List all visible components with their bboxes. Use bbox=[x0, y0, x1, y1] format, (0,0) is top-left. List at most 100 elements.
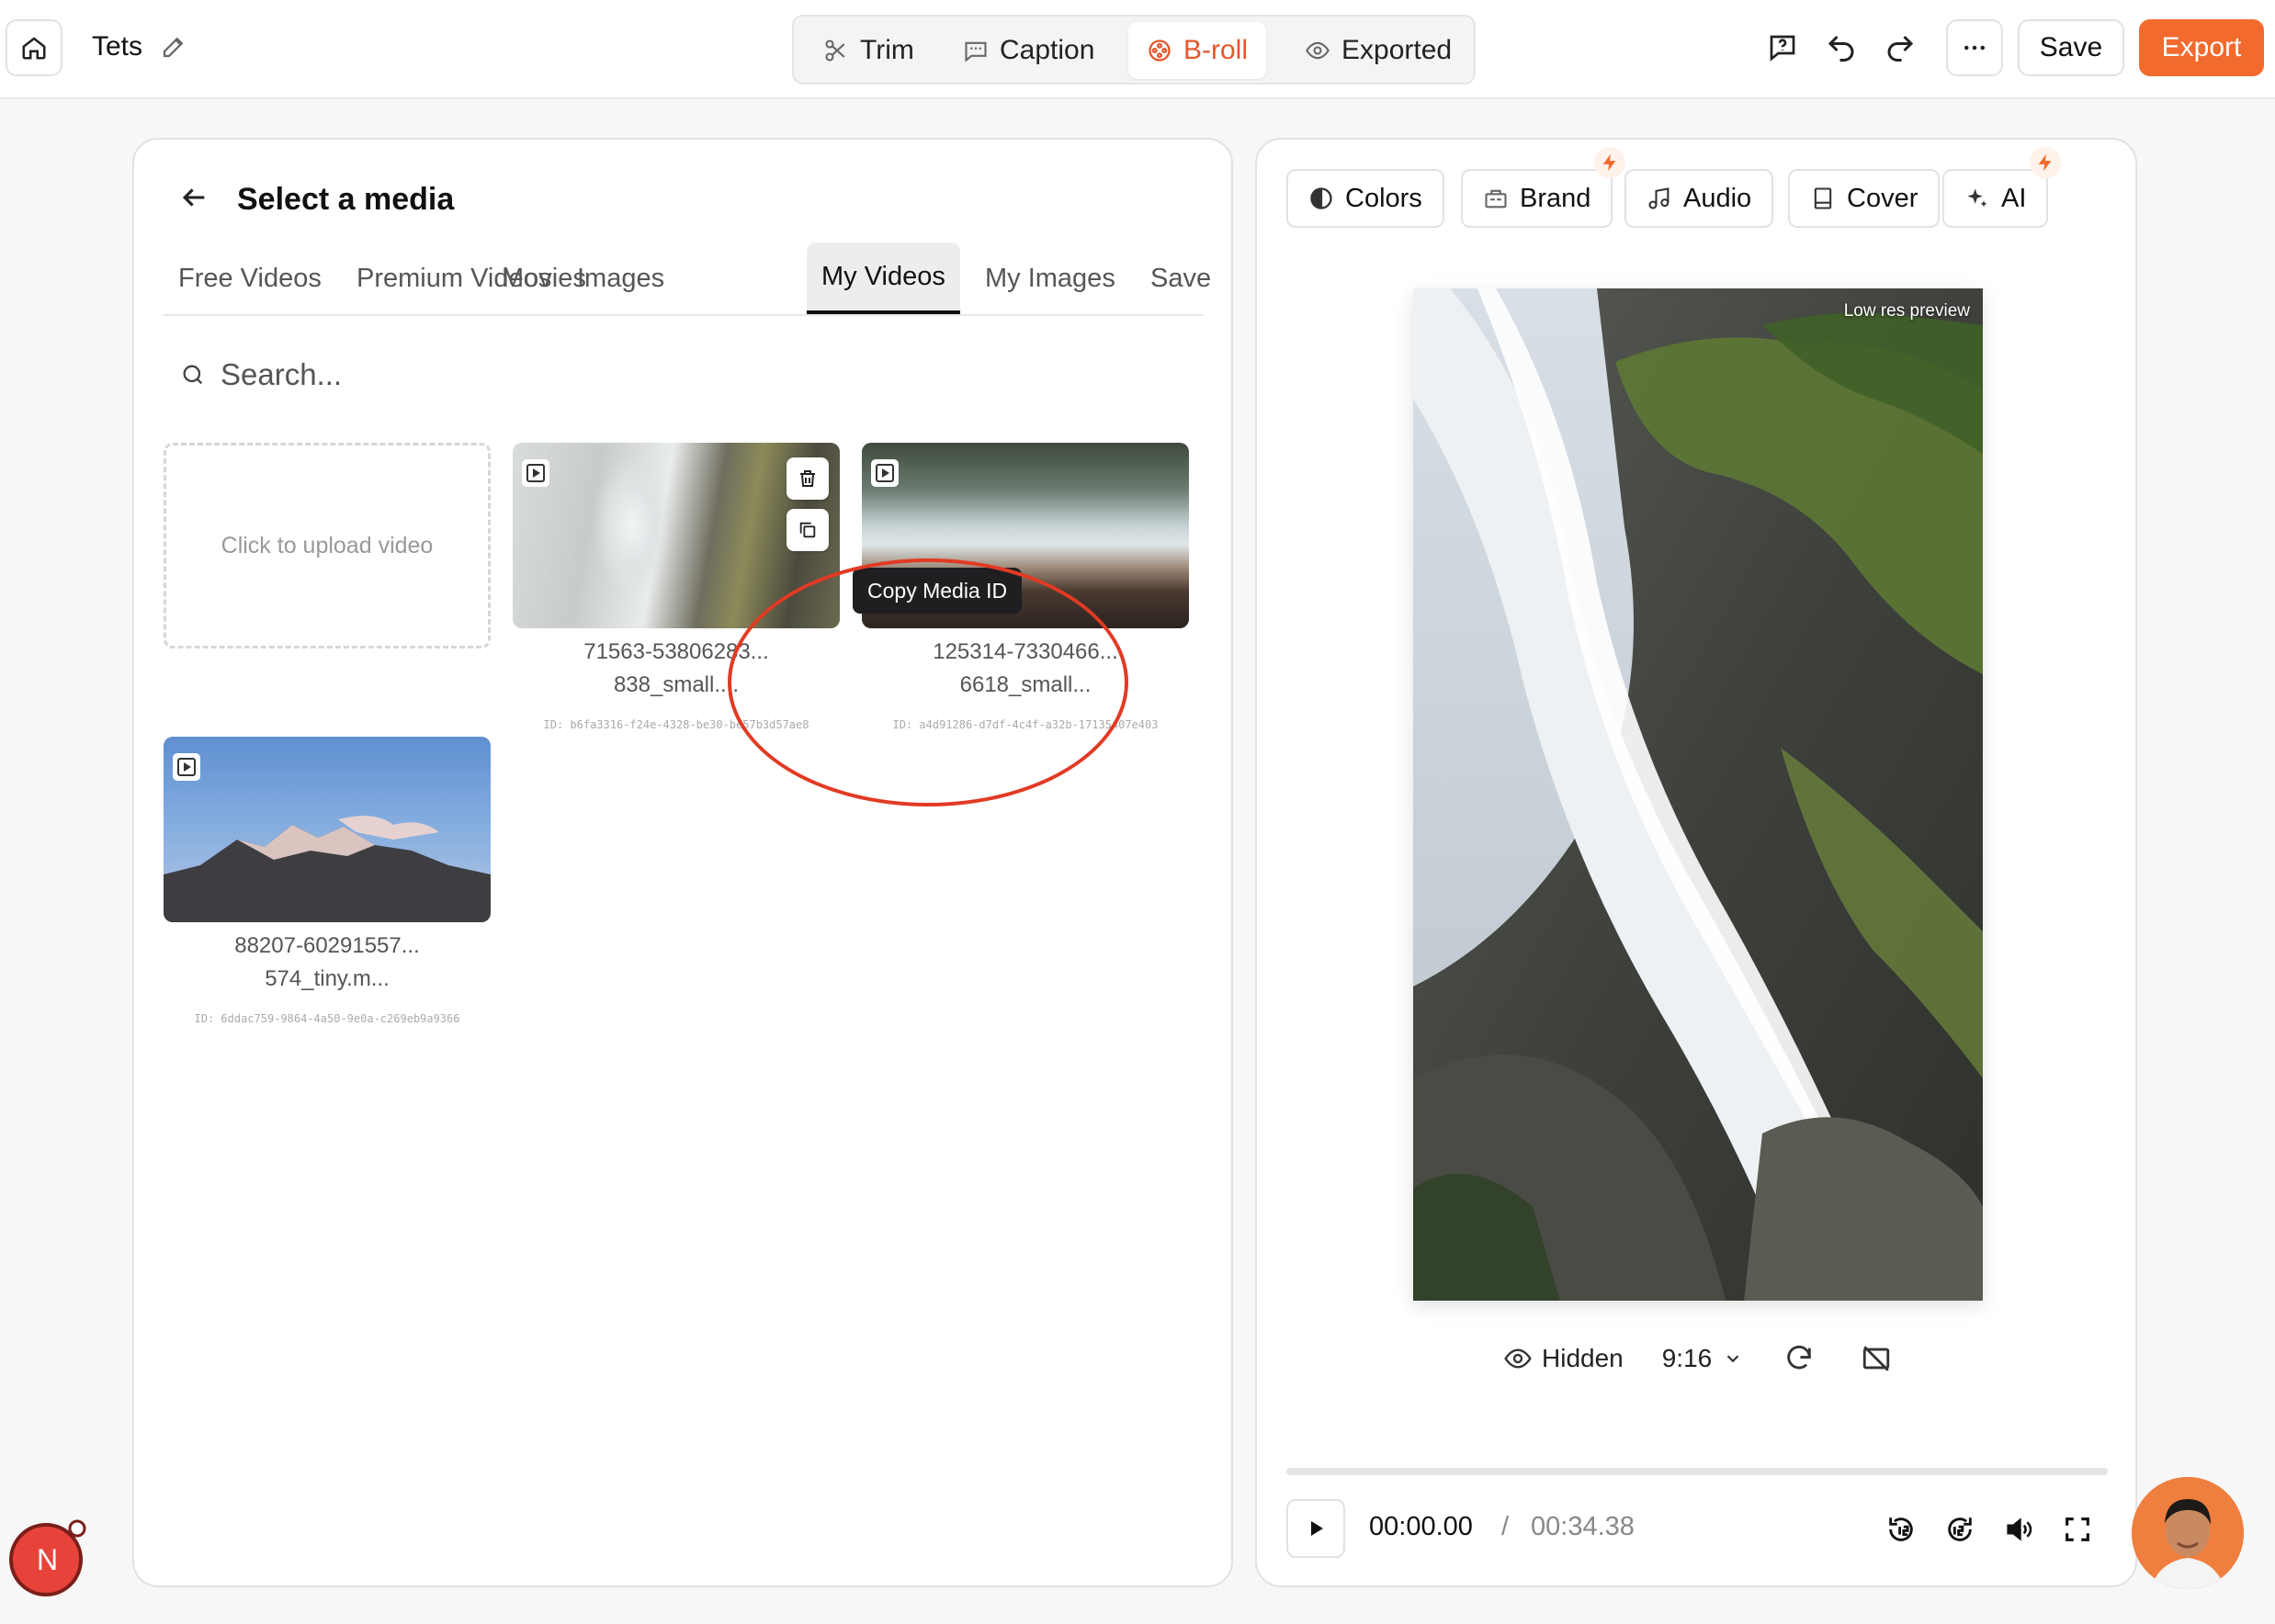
mode-trim[interactable]: Trim bbox=[805, 22, 933, 79]
current-time: 00:00.00 bbox=[1369, 1512, 1473, 1541]
brand-kit-icon bbox=[1485, 189, 1507, 209]
fast-forward-icon[interactable] bbox=[1944, 1514, 1975, 1545]
video-type-icon bbox=[522, 459, 549, 487]
ellipsis-icon bbox=[1964, 45, 1985, 51]
premium-badge bbox=[2030, 147, 2062, 178]
sparkles-icon bbox=[1967, 188, 1987, 208]
contrast-icon bbox=[1310, 187, 1332, 209]
notification-avatar[interactable]: N bbox=[4, 1517, 86, 1600]
home-button[interactable] bbox=[6, 19, 62, 76]
video-preview[interactable]: Low res preview bbox=[1413, 288, 1983, 1301]
aspect-ratio-select[interactable]: 9:16 bbox=[1662, 1344, 1744, 1373]
aspect-ratio-value: 9:16 bbox=[1661, 1344, 1713, 1372]
upload-video-dropzone[interactable]: Click to upload video bbox=[164, 443, 491, 648]
fullscreen-icon[interactable] bbox=[2062, 1514, 2093, 1545]
media-filename-line: 574_tiny.m... bbox=[265, 966, 390, 991]
mode-caption[interactable]: Caption bbox=[945, 22, 1113, 79]
panel-title: Select a media bbox=[237, 182, 455, 217]
refresh-icon[interactable] bbox=[1783, 1343, 1815, 1374]
media-filename-line: 88207-60291557... bbox=[234, 933, 420, 958]
video-thumbnail[interactable] bbox=[513, 443, 840, 628]
user-photo bbox=[2132, 1477, 2244, 1589]
mode-exported[interactable]: Exported bbox=[1286, 22, 1470, 79]
mode-label: Exported bbox=[1341, 35, 1453, 65]
tab-my-images[interactable]: My Images bbox=[970, 242, 1130, 314]
tool-label: Cover bbox=[1847, 183, 1918, 213]
colors-button[interactable]: Colors bbox=[1286, 169, 1444, 228]
redo-icon[interactable] bbox=[1884, 31, 1917, 64]
volume-icon[interactable] bbox=[2003, 1514, 2034, 1545]
delete-media-button[interactable] bbox=[787, 457, 829, 500]
media-filename: 125314-7330466... 6618_small... bbox=[862, 636, 1189, 702]
cover-icon bbox=[1814, 187, 1832, 209]
lightning-icon bbox=[1603, 153, 1616, 172]
eye-icon[interactable] bbox=[1503, 1344, 1533, 1373]
upload-label: Click to upload video bbox=[221, 532, 434, 558]
lightning-icon bbox=[2039, 153, 2052, 172]
mountain-illustration bbox=[164, 816, 491, 922]
export-button[interactable]: Export bbox=[2139, 19, 2264, 76]
copy-media-id-button[interactable] bbox=[787, 509, 829, 551]
preview-panel: Colors Brand Audio Cover AI Low res prev… bbox=[1255, 138, 2137, 1587]
cover-button[interactable]: Cover bbox=[1788, 169, 1941, 228]
pencil-icon[interactable] bbox=[160, 33, 187, 61]
film-reel-icon bbox=[1149, 39, 1171, 62]
feedback-icon[interactable] bbox=[1766, 31, 1799, 64]
mode-label: B-roll bbox=[1183, 35, 1249, 65]
media-filename: 88207-60291557... 574_tiny.m... bbox=[164, 930, 491, 996]
top-bar: Tets Trim Caption B-roll Exported Save E… bbox=[0, 0, 2275, 99]
copy-icon bbox=[799, 522, 816, 538]
notification-avatar-letter: N bbox=[37, 1543, 59, 1576]
media-panel: Select a media Free Videos Premium Video… bbox=[132, 138, 1233, 1587]
video-thumbnail[interactable] bbox=[164, 737, 491, 922]
premium-badge bbox=[1594, 147, 1626, 178]
save-button[interactable]: Save bbox=[2018, 19, 2124, 76]
eye-icon bbox=[1306, 41, 1330, 60]
audio-button[interactable]: Audio bbox=[1624, 169, 1774, 228]
mode-b-roll[interactable]: B-roll bbox=[1128, 22, 1267, 79]
play-icon bbox=[1311, 1521, 1323, 1536]
mode-label: Trim bbox=[860, 35, 914, 65]
play-button[interactable] bbox=[1286, 1499, 1345, 1558]
project-title[interactable]: Tets bbox=[92, 31, 142, 62]
editor-mode-switcher: Trim Caption B-roll Exported bbox=[792, 15, 1476, 85]
tool-label: Brand bbox=[1520, 183, 1591, 213]
media-tabs: Free Videos Premium Videos Movies Images… bbox=[164, 242, 1211, 316]
search-icon bbox=[183, 365, 203, 385]
video-type-icon bbox=[871, 459, 899, 487]
chevron-down-icon bbox=[1726, 1355, 1739, 1363]
preview-options-row: Hidden 9:16 bbox=[1503, 1336, 1892, 1382]
search-input[interactable] bbox=[221, 353, 772, 397]
media-item[interactable]: 88207-60291557... 574_tiny.m... ID: 6dda… bbox=[164, 737, 491, 1025]
visibility-label[interactable]: Hidden bbox=[1542, 1344, 1624, 1373]
media-id: ID: 6ddac759-9864-4a50-9e0a-c269eb9a9366 bbox=[194, 1012, 460, 1025]
media-id: ID: b6fa3316-f24e-4328-be30-be57b3d57ae8 bbox=[543, 718, 809, 731]
rewind-icon[interactable] bbox=[1885, 1514, 1917, 1545]
hide-subtitles-icon[interactable] bbox=[1861, 1343, 1892, 1374]
media-filename-line: 6618_small... bbox=[959, 672, 1092, 697]
tab-free-videos[interactable]: Free Videos bbox=[164, 242, 336, 314]
user-avatar[interactable] bbox=[2132, 1477, 2244, 1589]
back-arrow-icon[interactable] bbox=[178, 182, 209, 213]
time-separator: / bbox=[1501, 1512, 1510, 1541]
copy-media-id-tooltip: Copy Media ID bbox=[853, 568, 1023, 614]
tab-my-videos[interactable]: My Videos bbox=[807, 242, 960, 314]
media-filename-line: 71563-53806283... bbox=[583, 639, 769, 664]
media-item[interactable]: 71563-53806283... 838_small.... ID: b6fa… bbox=[513, 443, 840, 731]
media-filename-line: 125314-7330466... bbox=[933, 639, 1118, 664]
ai-button[interactable]: AI bbox=[1942, 147, 2062, 228]
home-icon bbox=[22, 37, 46, 60]
more-options-button[interactable] bbox=[1946, 19, 2003, 76]
undo-icon[interactable] bbox=[1825, 31, 1858, 64]
tool-label: AI bbox=[2001, 183, 2027, 213]
scissors-icon bbox=[825, 39, 845, 62]
media-filename: 71563-53806283... 838_small.... bbox=[513, 636, 840, 702]
media-filename-line: 838_small.... bbox=[613, 672, 740, 697]
trash-icon bbox=[800, 470, 815, 487]
brand-button[interactable]: Brand bbox=[1461, 147, 1626, 228]
tab-save[interactable]: Save bbox=[1136, 242, 1226, 314]
tab-images[interactable]: Images bbox=[562, 242, 679, 314]
media-id: ID: a4d91286-d7df-4c4f-a32b-17135407e403 bbox=[892, 718, 1159, 731]
timeline-progress-bar[interactable] bbox=[1286, 1468, 2108, 1475]
video-type-icon bbox=[173, 753, 200, 781]
